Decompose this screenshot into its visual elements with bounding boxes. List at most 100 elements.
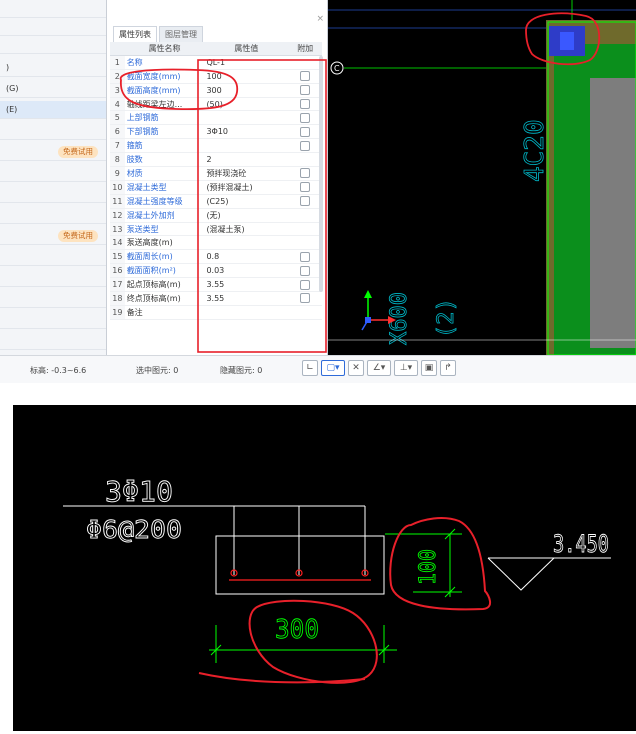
display-button[interactable]: ▣ (421, 360, 437, 376)
extra-cell (288, 152, 322, 168)
perpendicular-snap-button[interactable]: ⊥▾ (394, 360, 418, 376)
extra-checkbox[interactable] (300, 251, 311, 262)
extra-cell (288, 97, 322, 112)
table-row[interactable]: 17 起点顶标高(m) 3.55 (110, 277, 322, 293)
property-value[interactable]: (无) (204, 208, 289, 223)
table-row[interactable]: 15 截面周长(m) 0.8 (110, 249, 322, 265)
tree-item[interactable] (0, 290, 106, 308)
property-value[interactable]: 300 (204, 83, 289, 98)
row-number: 14 (110, 235, 125, 251)
tree-item[interactable]: 免费试用 (0, 143, 106, 161)
tab-layer-manager[interactable]: 图层管理 (159, 26, 203, 42)
component-tree-panel: ) (G) (E) 免费试用 免费试用 (0, 0, 106, 355)
table-row[interactable]: 13 泵送类型 (混凝土泵) (110, 222, 322, 237)
table-row[interactable]: 10 混凝土类型 (预拌混凝土) (110, 180, 322, 195)
tree-item[interactable] (0, 248, 106, 266)
extra-checkbox[interactable] (300, 140, 311, 151)
close-icon[interactable]: × (316, 14, 324, 24)
tree-item[interactable] (0, 0, 106, 18)
extra-checkbox[interactable] (300, 293, 311, 304)
tree-item[interactable] (0, 18, 106, 36)
tab-property-list[interactable]: 属性列表 (113, 26, 157, 42)
tree-item-selected[interactable]: (E) (0, 101, 106, 119)
tree-item[interactable]: (G) (0, 80, 106, 98)
select-mode-button[interactable]: ▢▾ (321, 360, 345, 376)
arc-button[interactable]: ↱ (440, 360, 456, 376)
table-row[interactable]: 2 截面宽度(mm) 100 (110, 69, 322, 84)
tree-item[interactable] (0, 332, 106, 350)
property-name: 截面高度(mm) (124, 83, 205, 98)
property-value[interactable]: 100 (204, 69, 289, 84)
scrollbar[interactable] (319, 56, 323, 292)
table-row[interactable]: 3 截面高度(mm) 300 (110, 83, 322, 98)
header-extra: 附加 (288, 42, 322, 56)
property-value[interactable]: 3.55 (204, 277, 289, 293)
table-row[interactable]: 19 备注 (110, 305, 322, 320)
extra-cell (288, 110, 322, 126)
table-row[interactable]: 18 终点顶标高(m) 3.55 (110, 291, 322, 306)
tree-item[interactable] (0, 36, 106, 54)
tree-item[interactable] (0, 311, 106, 329)
tree-item[interactable] (0, 269, 106, 287)
cross-select-button[interactable]: ✕ (348, 360, 364, 376)
tree-item[interactable] (0, 122, 106, 140)
extra-checkbox[interactable] (300, 126, 311, 137)
table-row[interactable]: 1 名称 QL-1 (110, 55, 322, 70)
tree-item[interactable] (0, 206, 106, 224)
free-trial-badge[interactable]: 免费试用 (58, 146, 98, 158)
property-name: 泵送类型 (124, 222, 205, 237)
tree-item[interactable] (0, 164, 106, 182)
extra-checkbox[interactable] (300, 99, 311, 109)
cad-section-view[interactable]: 3Φ10 Φ6@200 100 300 3.450 (13, 405, 636, 731)
table-row[interactable]: 6 下部钢筋 3Φ10 (110, 124, 322, 140)
extra-checkbox[interactable] (300, 265, 311, 276)
extra-cell (288, 208, 322, 223)
ortho-button[interactable]: ∟ (302, 360, 318, 376)
angle-snap-button[interactable]: ∠▾ (367, 360, 391, 376)
property-value[interactable] (204, 110, 289, 126)
extra-checkbox[interactable] (300, 182, 311, 193)
property-value[interactable]: (50) (204, 97, 289, 112)
row-number: 6 (110, 124, 125, 140)
table-row[interactable]: 16 截面面积(m²) 0.03 (110, 263, 322, 279)
property-value[interactable]: 2 (204, 152, 289, 168)
extra-checkbox[interactable] (300, 71, 311, 82)
extra-checkbox[interactable] (300, 168, 311, 179)
table-row[interactable]: 11 混凝土强度等级 (C25) (110, 194, 322, 209)
free-trial-badge[interactable]: 免费试用 (58, 230, 98, 242)
property-value[interactable]: QL-1 (204, 55, 289, 70)
extra-checkbox[interactable] (300, 196, 311, 207)
property-value[interactable]: 0.03 (204, 263, 289, 279)
property-value[interactable]: (预拌混凝土) (204, 180, 289, 195)
table-row[interactable]: 14 泵送高度(m) (110, 235, 322, 251)
tree-item[interactable] (0, 185, 106, 203)
extra-checkbox[interactable] (300, 85, 311, 96)
cad-plan-view[interactable]: C 4C20 X600 (2) (328, 0, 636, 355)
table-row[interactable]: 9 材质 预拌现浇砼 (110, 166, 322, 181)
panel-tabs: 属性列表 图层管理 (113, 26, 205, 42)
property-value[interactable] (204, 138, 289, 154)
tree-item[interactable]: ) (0, 59, 106, 77)
table-row[interactable]: 7 箍筋 (110, 138, 322, 154)
property-table: 属性名称 属性值 附加 1 名称 QL-1 2 截面宽度(mm) 100 3 截面高度(mm)… (110, 42, 322, 320)
extra-checkbox[interactable] (300, 279, 311, 290)
property-value[interactable]: 0.8 (204, 249, 289, 265)
extra-cell (288, 194, 322, 209)
tree-item[interactable]: 免费试用 (0, 227, 106, 245)
property-name: 备注 (124, 305, 205, 320)
property-value[interactable]: 预拌现浇砼 (204, 166, 289, 181)
property-value[interactable]: 3Φ10 (204, 124, 289, 140)
table-row[interactable]: 8 肢数 2 (110, 152, 322, 168)
property-value[interactable]: 3.55 (204, 291, 289, 306)
extra-cell (288, 305, 322, 320)
table-header: 属性名称 属性值 附加 (110, 42, 322, 56)
table-row[interactable]: 4 轴线距梁左边... (50) (110, 97, 322, 112)
extra-checkbox[interactable] (300, 112, 311, 123)
property-value[interactable]: (C25) (204, 194, 289, 209)
table-row[interactable]: 12 混凝土外加剂 (无) (110, 208, 322, 223)
property-value[interactable] (204, 305, 289, 320)
property-name: 下部钢筋 (124, 124, 205, 140)
property-value[interactable]: (混凝土泵) (204, 222, 289, 237)
property-value[interactable] (204, 235, 289, 251)
table-row[interactable]: 5 上部钢筋 (110, 110, 322, 126)
